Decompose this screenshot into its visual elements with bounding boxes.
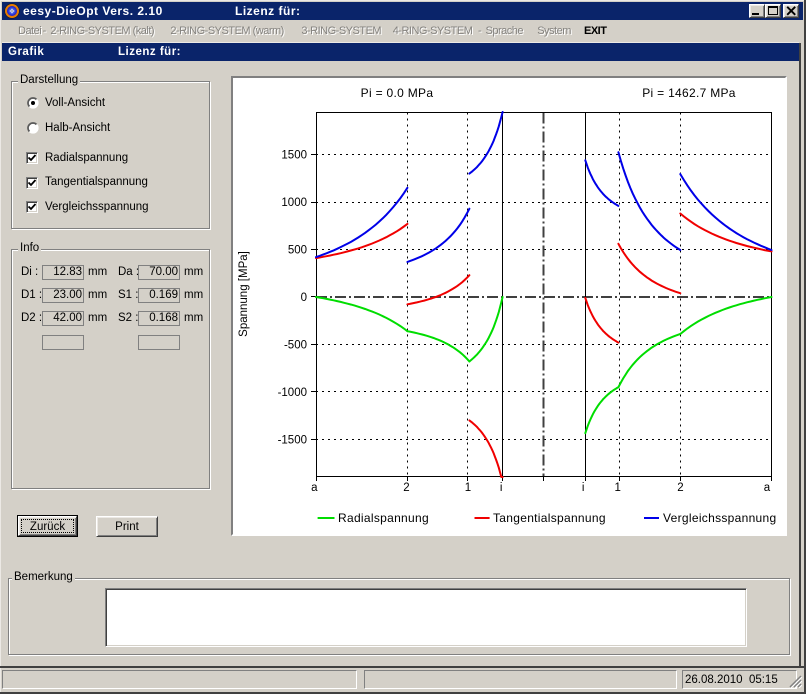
svg-text:Spannung [MPa]: Spannung [MPa] <box>238 251 250 337</box>
svg-text:i: i <box>582 482 585 494</box>
svg-text:0: 0 <box>301 292 307 304</box>
svg-text:i: i <box>500 482 503 494</box>
svg-text:Pi = 0.0 MPa: Pi = 0.0 MPa <box>361 86 434 100</box>
svg-text:1000: 1000 <box>281 197 307 209</box>
svg-text:-1500: -1500 <box>278 434 307 446</box>
svg-text:1: 1 <box>465 482 471 494</box>
svg-text:1: 1 <box>614 482 620 494</box>
svg-text:Pi = 1462.7 MPa: Pi = 1462.7 MPa <box>642 86 736 100</box>
svg-text:Tangentialspannung: Tangentialspannung <box>493 511 606 525</box>
svg-text:a: a <box>764 482 771 494</box>
svg-text:-500: -500 <box>284 340 307 352</box>
svg-text:2: 2 <box>677 482 683 494</box>
svg-text:1500: 1500 <box>281 150 307 162</box>
svg-text:Radialspannung: Radialspannung <box>338 511 429 525</box>
svg-text:-1000: -1000 <box>278 387 307 399</box>
svg-text:Vergleichsspannung: Vergleichsspannung <box>663 511 776 525</box>
svg-text:2: 2 <box>403 482 409 494</box>
svg-text:a: a <box>311 482 318 494</box>
svg-text:500: 500 <box>288 245 307 257</box>
